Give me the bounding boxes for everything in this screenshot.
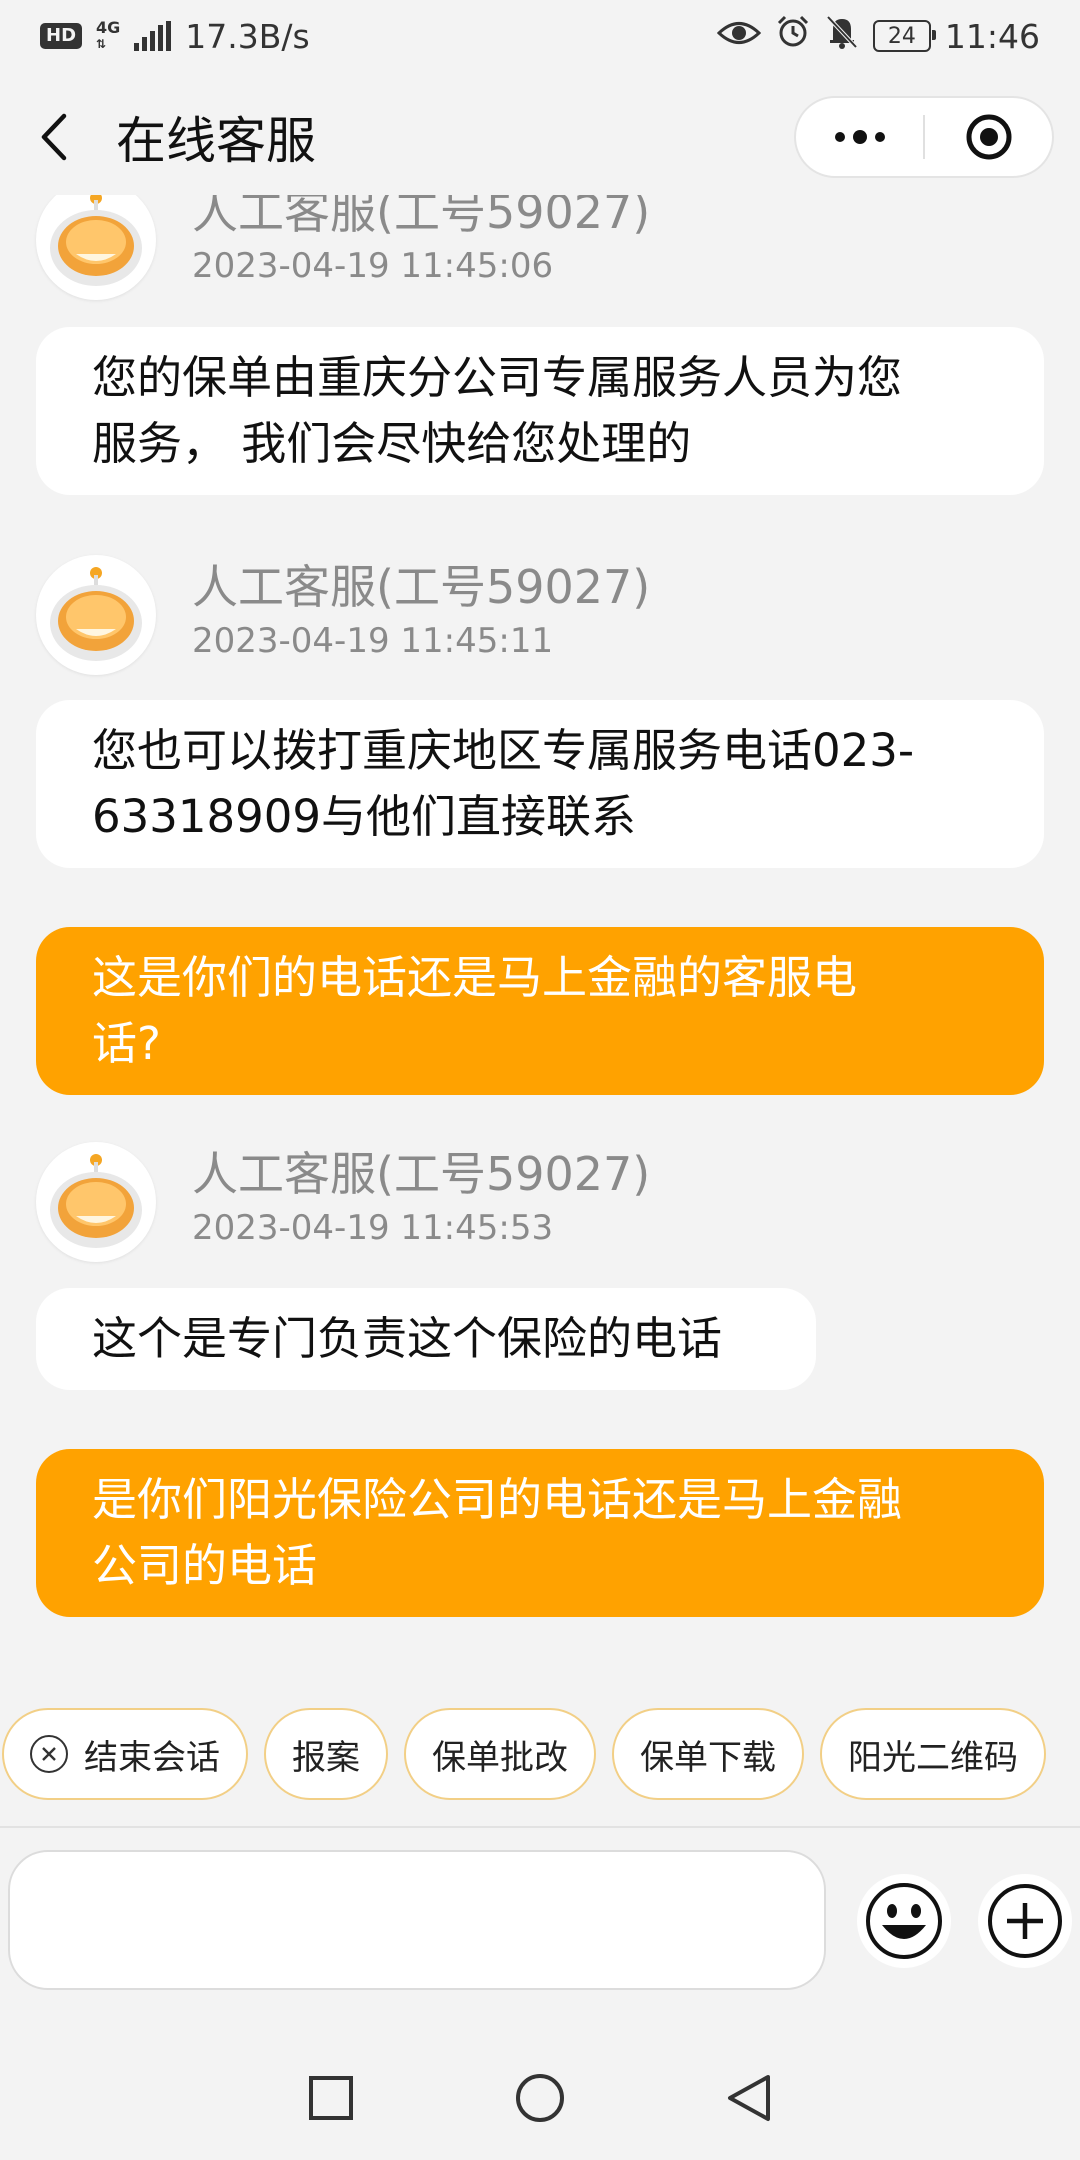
eye-icon [716,17,762,56]
message-input[interactable] [8,1850,826,1990]
header: 在线客服 [0,72,1080,202]
message-time: 2023-04-19 11:45:53 [192,1208,554,1248]
status-right: 24 11:46 [716,14,1040,58]
target-circle-icon[interactable] [925,98,1052,176]
agent-bubble: 这个是专门负责这个保险的电话 [36,1288,816,1390]
chip-label: 保单下载 [640,1737,776,1778]
end-session-button[interactable]: 结束会话 [2,1708,248,1800]
bubble-line: 话? [92,1017,161,1070]
report-claim-button[interactable]: 报案 [264,1708,388,1800]
bubble-line: 这是你们的电话还是马上金融的客服电 [92,951,858,1004]
chat-area[interactable]: 人工客服(工号59027) 2023-04-19 11:45:06 您的保单由重… [0,195,1080,1625]
status-bar: HD 4G ⇅ 17.3B/s 24 11:46 [0,0,1080,72]
agent-name: 人工客服(工号59027) [192,1147,651,1201]
clock: 11:46 [944,16,1040,56]
signal-icon [134,21,172,51]
qr-code-button[interactable]: 阳光二维码 [820,1708,1046,1800]
battery-level: 24 [887,23,916,49]
agent-name: 人工客服(工号59027) [192,195,651,239]
hd-badge: HD [40,23,83,49]
page-title: 在线客服 [116,112,316,170]
bubble-line: 公司的电话 [92,1539,318,1592]
system-nav-bar [0,2040,1080,2160]
back-chevron-icon[interactable] [38,112,74,162]
agent-avatar [36,1142,156,1262]
back-triangle-icon[interactable] [726,2073,772,2127]
agent-name: 人工客服(工号59027) [192,560,651,614]
message-time: 2023-04-19 11:45:06 [192,246,554,286]
divider [0,1826,1080,1828]
bubble-line: 是你们阳光保险公司的电话还是马上金融 [92,1473,903,1526]
robot-avatar-icon [50,567,142,661]
policy-download-button[interactable]: 保单下载 [612,1708,804,1800]
recent-apps-icon[interactable] [308,2075,354,2125]
more-dots-icon[interactable] [796,98,923,176]
home-icon[interactable] [514,2072,566,2128]
agent-bubble: 您的保单由重庆分公司专属服务人员为您 服务， 我们会尽快给您处理的 [36,327,1044,495]
network-type: 4G [96,18,121,37]
mini-program-capsule [794,96,1054,178]
quick-actions: 结束会话 报案 保单批改 保单下载 阳光二维码 [0,1706,1080,1802]
status-left: HD 4G ⇅ 17.3B/s [40,17,310,56]
data-arrows-icon: ⇅ [96,37,107,51]
mute-bell-icon [825,14,859,58]
emoji-button[interactable] [857,1874,951,1968]
chip-label: 报案 [292,1737,360,1778]
bubble-line: 您也可以拨打重庆地区专属服务电话023- [92,724,915,777]
robot-avatar-icon [50,195,142,286]
emoji-icon [866,1883,942,1959]
network-indicator: 4G ⇅ [96,20,120,52]
policy-endorsement-button[interactable]: 保单批改 [404,1708,596,1800]
user-bubble: 是你们阳光保险公司的电话还是马上金融 公司的电话 [36,1449,1044,1617]
agent-avatar [36,555,156,675]
plus-circle-icon [988,1884,1062,1958]
battery-icon: 24 [872,20,936,52]
chip-label: 阳光二维码 [848,1737,1018,1778]
bubble-line: 这个是专门负责这个保险的电话 [92,1312,723,1365]
robot-avatar-icon [50,1154,142,1248]
chip-label: 保单批改 [432,1737,568,1778]
more-options-button[interactable] [978,1874,1072,1968]
message-time: 2023-04-19 11:45:11 [192,621,554,661]
agent-avatar [36,195,156,300]
bubble-line: 63318909与他们直接联系 [92,790,637,843]
close-circle-icon [30,1735,68,1773]
alarm-icon [775,14,811,58]
bubble-line: 您的保单由重庆分公司专属服务人员为您 [92,351,903,404]
agent-bubble: 您也可以拨打重庆地区专属服务电话023- 63318909与他们直接联系 [36,700,1044,868]
user-bubble: 这是你们的电话还是马上金融的客服电 话? [36,927,1044,1095]
bubble-line: 服务， 我们会尽快给您处理的 [92,417,692,470]
network-speed: 17.3B/s [185,16,310,56]
chip-label: 结束会话 [84,1737,220,1778]
